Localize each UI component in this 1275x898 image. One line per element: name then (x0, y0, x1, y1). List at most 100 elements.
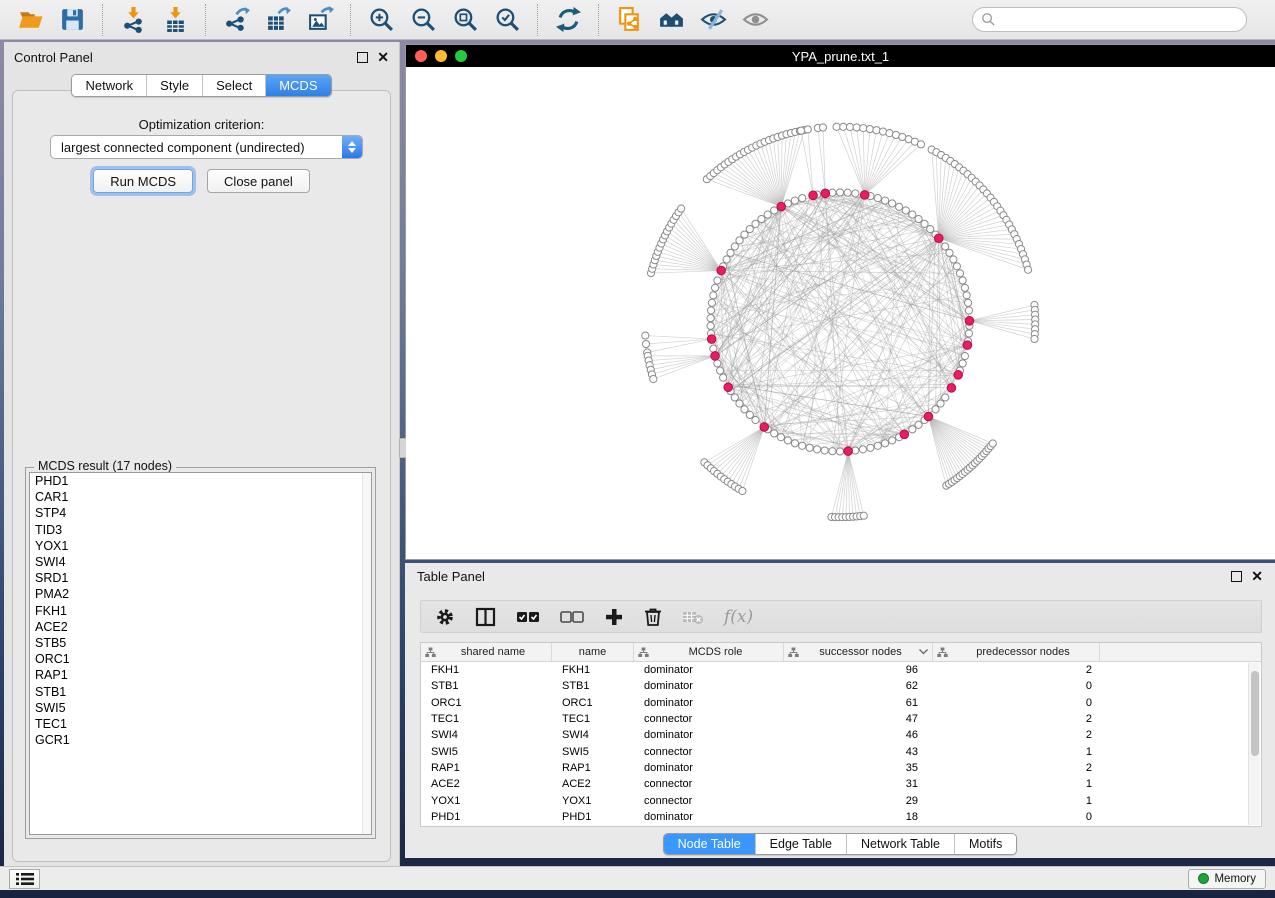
tab-network[interactable]: Network (72, 75, 146, 96)
list-item[interactable]: TEC1 (30, 716, 371, 732)
table-row[interactable]: ORC1ORC1dominator610 (421, 695, 1261, 711)
memory-button[interactable]: Memory (1188, 869, 1266, 889)
fan-node[interactable] (650, 375, 657, 382)
dominator-node[interactable] (711, 352, 720, 361)
node[interactable] (915, 421, 922, 428)
node[interactable] (771, 430, 778, 437)
add-row-icon[interactable] (604, 607, 624, 627)
edge[interactable] (969, 305, 1034, 321)
fan-node[interactable] (873, 127, 880, 134)
table-row[interactable]: TEC1TEC1connector472 (421, 711, 1261, 727)
float-table-panel-icon[interactable] (1231, 571, 1242, 582)
edge[interactable] (843, 127, 864, 195)
show-all-button[interactable] (734, 4, 776, 36)
fan-node[interactable] (879, 128, 886, 135)
new-network-from-selection-button[interactable] (608, 4, 650, 36)
node[interactable] (859, 446, 866, 453)
column-header-mcds-role[interactable]: MCDS role (634, 643, 784, 661)
node[interactable] (950, 256, 957, 263)
show-column-icon[interactable] (475, 607, 496, 627)
node[interactable] (707, 322, 714, 329)
node[interactable] (942, 243, 949, 250)
dominator-node[interactable] (965, 317, 974, 326)
zoom-in-button[interactable] (360, 4, 402, 36)
node[interactable] (902, 207, 909, 214)
node[interactable] (707, 307, 714, 314)
list-item[interactable]: CAR1 (30, 489, 371, 505)
node[interactable] (752, 220, 759, 227)
node[interactable] (784, 437, 791, 444)
dominator-node[interactable] (934, 234, 943, 243)
node[interactable] (758, 215, 765, 222)
fan-node[interactable] (642, 332, 649, 339)
dominator-node[interactable] (844, 447, 853, 456)
table-tab-motifs[interactable]: Motifs (954, 834, 1016, 854)
node[interactable] (764, 211, 771, 218)
network-canvas[interactable] (406, 67, 1275, 559)
edge[interactable] (808, 129, 813, 195)
column-header-shared-name[interactable]: shared name (421, 643, 552, 661)
delete-row-icon[interactable] (644, 607, 662, 627)
node[interactable] (946, 249, 953, 256)
edge[interactable] (801, 131, 813, 196)
node[interactable] (961, 353, 968, 360)
node[interactable] (791, 197, 798, 204)
fan-node[interactable] (833, 123, 840, 130)
dominator-node[interactable] (707, 335, 716, 344)
tab-mcds[interactable]: MCDS (265, 75, 330, 96)
edge[interactable] (760, 144, 781, 207)
list-item[interactable]: SWI5 (30, 700, 371, 716)
tab-select[interactable]: Select (202, 75, 265, 96)
edge[interactable] (928, 341, 968, 416)
fan-node[interactable] (860, 512, 867, 519)
close-panel-icon[interactable]: ✕ (377, 52, 389, 63)
edge[interactable] (865, 139, 909, 195)
fan-node[interactable] (917, 141, 924, 148)
dominator-node[interactable] (717, 266, 726, 275)
list-item[interactable]: GCR1 (30, 732, 371, 748)
float-panel-icon[interactable] (357, 52, 368, 63)
deselect-all-checks-icon[interactable] (560, 609, 584, 625)
node[interactable] (836, 189, 843, 196)
fan-node[interactable] (677, 205, 684, 212)
fan-node[interactable] (739, 487, 746, 494)
table-row[interactable]: SWI5SWI5connector431 (421, 743, 1261, 759)
edge[interactable] (848, 451, 860, 516)
close-panel-button[interactable]: Close panel (207, 169, 310, 193)
edge[interactable] (781, 132, 795, 207)
node[interactable] (731, 243, 738, 250)
table-scrollbar-thumb[interactable] (1251, 671, 1259, 756)
import-network-button[interactable] (112, 4, 154, 36)
list-item[interactable]: ACE2 (30, 619, 371, 635)
node[interactable] (959, 277, 966, 284)
node[interactable] (953, 263, 960, 270)
node[interactable] (806, 444, 813, 451)
edge[interactable] (652, 356, 715, 375)
edge[interactable] (969, 321, 1035, 329)
fan-node[interactable] (819, 124, 826, 131)
edge[interactable] (646, 339, 712, 344)
node[interactable] (736, 237, 743, 244)
task-history-button[interactable] (9, 869, 40, 889)
dominator-node[interactable] (963, 341, 972, 350)
zoom-selected-button[interactable] (486, 4, 528, 36)
table-tab-network-table[interactable]: Network Table (846, 834, 954, 854)
fan-node[interactable] (860, 125, 867, 132)
node[interactable] (964, 299, 971, 306)
node[interactable] (915, 215, 922, 222)
node[interactable] (921, 220, 928, 227)
fan-node[interactable] (804, 126, 811, 133)
network-titlebar[interactable]: YPA_prune.txt_1 (406, 45, 1275, 67)
node[interactable] (889, 437, 896, 444)
node[interactable] (752, 416, 759, 423)
edge[interactable] (865, 135, 896, 195)
edge[interactable] (645, 336, 711, 340)
node[interactable] (746, 411, 753, 418)
list-item[interactable]: STP4 (30, 505, 371, 521)
save-session-button[interactable] (51, 4, 93, 36)
settings-gear-icon[interactable] (435, 607, 455, 627)
node[interactable] (909, 426, 916, 433)
node[interactable] (959, 360, 966, 367)
zoom-fit-button[interactable] (444, 4, 486, 36)
node[interactable] (741, 406, 748, 413)
